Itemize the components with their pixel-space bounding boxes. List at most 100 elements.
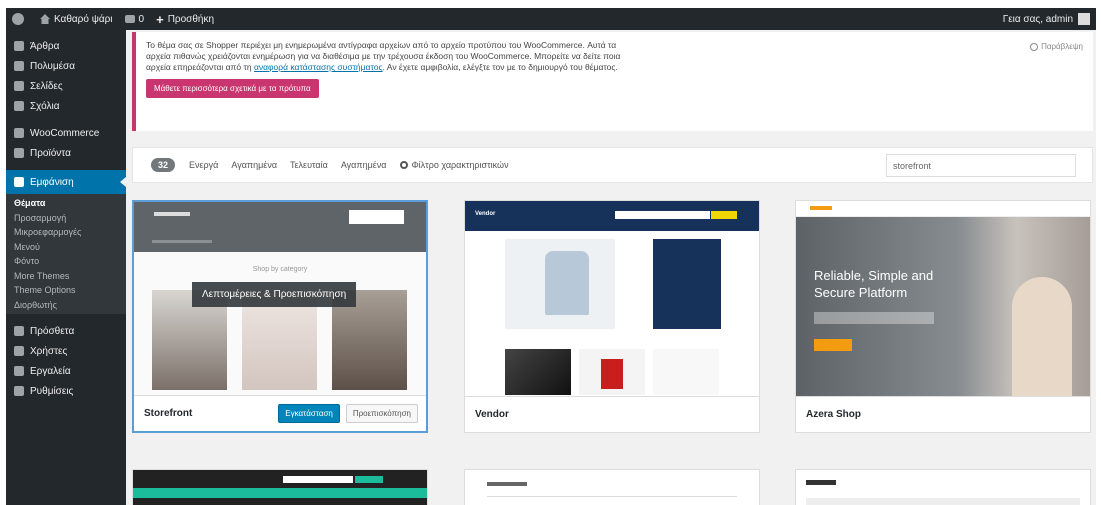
appearance-submenu: Θέματα Προσαρμογή Μικροεφαρμογές Μενού Φ…: [6, 194, 126, 314]
hero-title-line: Secure Platform: [814, 285, 908, 300]
theme-card-vendor[interactable]: Vendor Vendor: [464, 200, 760, 433]
menu-item-pages[interactable]: Σελίδες: [6, 76, 126, 96]
menu-label: Πολυμέσα: [30, 60, 75, 72]
menu-label: Ρυθμίσεις: [30, 385, 74, 397]
product-thumb: [579, 349, 645, 395]
theme-card-azera-shop[interactable]: Reliable, Simple and Secure Platform Azer…: [795, 200, 1091, 433]
tshirt-icon: [545, 251, 589, 315]
menu-item-woocommerce[interactable]: WooCommerce: [6, 123, 126, 143]
screen-frame: Καθαρό ψάρι 0 + Προσθήκη Γεια σας, admin …: [0, 0, 1101, 505]
hero-person-image: [1012, 277, 1072, 396]
gear-icon: [399, 161, 408, 169]
theme-search-input[interactable]: [886, 154, 1076, 177]
pages-icon: [14, 81, 24, 91]
filter-link-active[interactable]: Ενεργά: [189, 160, 218, 170]
products-icon: [14, 148, 24, 158]
menu-label: Χρήστες: [30, 345, 68, 357]
nav-strip: [133, 488, 427, 498]
product-thumb: [653, 349, 719, 395]
admin-sidebar: Άρθρα Πολυμέσα Σελίδες Σχόλια WooCommerc…: [6, 30, 126, 505]
install-button[interactable]: Εγκατάσταση: [278, 404, 340, 423]
account-menu[interactable]: Γεια σας, admin: [997, 8, 1096, 30]
search-button: [355, 476, 383, 483]
menu-item-appearance[interactable]: Εμφάνιση: [6, 170, 126, 194]
logo-bar: [487, 482, 527, 486]
hero-button: [814, 339, 852, 351]
azera-logo: [810, 206, 832, 210]
menu-label: Εργαλεία: [30, 365, 71, 377]
submenu-editor[interactable]: Διορθωτής: [6, 298, 126, 313]
filter-link-favorites-2[interactable]: Αγαπημένα: [341, 160, 387, 170]
theme-card-row2-1[interactable]: [132, 469, 428, 505]
red-shirt-icon: [601, 359, 623, 389]
admin-bar: Καθαρό ψάρι 0 + Προσθήκη Γεια σας, admin: [6, 8, 1096, 30]
tools-icon: [14, 366, 24, 376]
theme-card-storefront[interactable]: Shop by category Λεπτομέρειες & Προεπισκ…: [132, 200, 428, 433]
menu-item-comments[interactable]: Σχόλια: [6, 96, 126, 116]
preview-button[interactable]: Προεπισκόπηση: [345, 404, 418, 423]
menu-label: Προϊόντα: [30, 147, 71, 159]
users-icon: [14, 346, 24, 356]
submenu-widgets[interactable]: Μικροεφαρμογές: [6, 225, 126, 240]
comments-icon: [14, 101, 24, 111]
home-icon: [40, 14, 50, 24]
comments-link[interactable]: 0: [119, 8, 151, 30]
azera-topbar: [796, 201, 1090, 217]
logo-bar: [806, 480, 836, 485]
menu-label: Πρόσθετα: [30, 325, 75, 337]
comments-count: 0: [138, 13, 145, 25]
submenu-customize[interactable]: Προσαρμογή: [6, 211, 126, 226]
close-icon: [1030, 42, 1039, 51]
submenu-menus[interactable]: Μενού: [6, 240, 126, 255]
product-thumb: [505, 349, 571, 395]
system-status-link[interactable]: αναφορά κατάστασης συστήματος: [254, 62, 383, 72]
feature-filter-label: Φίλτρο χαρακτηριστικών: [411, 160, 509, 170]
vendor-header: Vendor: [465, 201, 759, 231]
new-content-link[interactable]: + Προσθήκη: [150, 8, 220, 30]
storefront-nav: [152, 240, 212, 243]
woocommerce-icon: [14, 128, 24, 138]
filter-link-latest[interactable]: Τελευταία: [290, 160, 328, 170]
theme-screenshot: Shop by category Λεπτομέρειες & Προεπισκ…: [134, 202, 426, 397]
storefront-body: Shop by category: [134, 252, 426, 397]
site-name-link[interactable]: Καθαρό ψάρι: [34, 8, 119, 30]
submenu-background[interactable]: Φόντο: [6, 254, 126, 269]
storefront-header: [134, 202, 426, 252]
feature-filter-link[interactable]: Φίλτρο χαρακτηριστικών: [399, 160, 509, 170]
theme-info-bar: Storefront Εγκατάσταση Προεπισκόπηση: [134, 395, 426, 431]
menu-item-plugins[interactable]: Πρόσθετα: [6, 321, 126, 341]
submenu-theme-options[interactable]: Theme Options: [6, 283, 126, 298]
theme-filter-bar: 32 Ενεργά Αγαπημένα Τελευταία Αγαπημένα …: [132, 147, 1093, 183]
storefront-search: [349, 210, 404, 224]
template-notice: Το θέμα σας σε Shopper περιέχει μη ενημε…: [132, 32, 1093, 131]
wordpress-icon: [12, 13, 24, 25]
menu-item-settings[interactable]: Ρυθμίσεις: [6, 381, 126, 401]
theme-card-row2-2[interactable]: [464, 469, 760, 505]
details-preview-overlay[interactable]: Λεπτομέρειες & Προεπισκόπηση: [192, 282, 357, 307]
vendor-category-panel: [653, 239, 721, 329]
theme-info-bar: Vendor: [465, 396, 759, 432]
dismiss-label: Παράβλεψη: [1041, 42, 1083, 51]
menu-item-posts[interactable]: Άρθρα: [6, 36, 126, 56]
learn-templates-button[interactable]: Μάθετε περισσότερα σχετικά με τα πρότυπα: [146, 79, 319, 98]
banner: [806, 498, 1080, 505]
menu-item-tools[interactable]: Εργαλεία: [6, 361, 126, 381]
vendor-hero-image: [505, 239, 615, 329]
pin-icon: [14, 41, 24, 51]
menu-label: Εμφάνιση: [30, 176, 74, 188]
theme-card-row2-3[interactable]: [795, 469, 1091, 505]
theme-screenshot: [133, 470, 427, 505]
avatar: [1078, 13, 1090, 25]
storefront-logo: [154, 212, 190, 216]
menu-label: Άρθρα: [30, 40, 60, 52]
wp-logo-button[interactable]: [6, 8, 34, 30]
dismiss-button[interactable]: Παράβλεψη: [1030, 42, 1083, 51]
hero-title: Reliable, Simple and Secure Platform: [814, 267, 933, 301]
menu-item-products[interactable]: Προϊόντα: [6, 143, 126, 163]
menu-label: Σελίδες: [30, 80, 63, 92]
filter-link-favorites[interactable]: Αγαπημένα: [231, 160, 277, 170]
submenu-more-themes[interactable]: More Themes: [6, 269, 126, 284]
menu-item-media[interactable]: Πολυμέσα: [6, 56, 126, 76]
menu-item-users[interactable]: Χρήστες: [6, 341, 126, 361]
submenu-themes[interactable]: Θέματα: [6, 196, 126, 211]
